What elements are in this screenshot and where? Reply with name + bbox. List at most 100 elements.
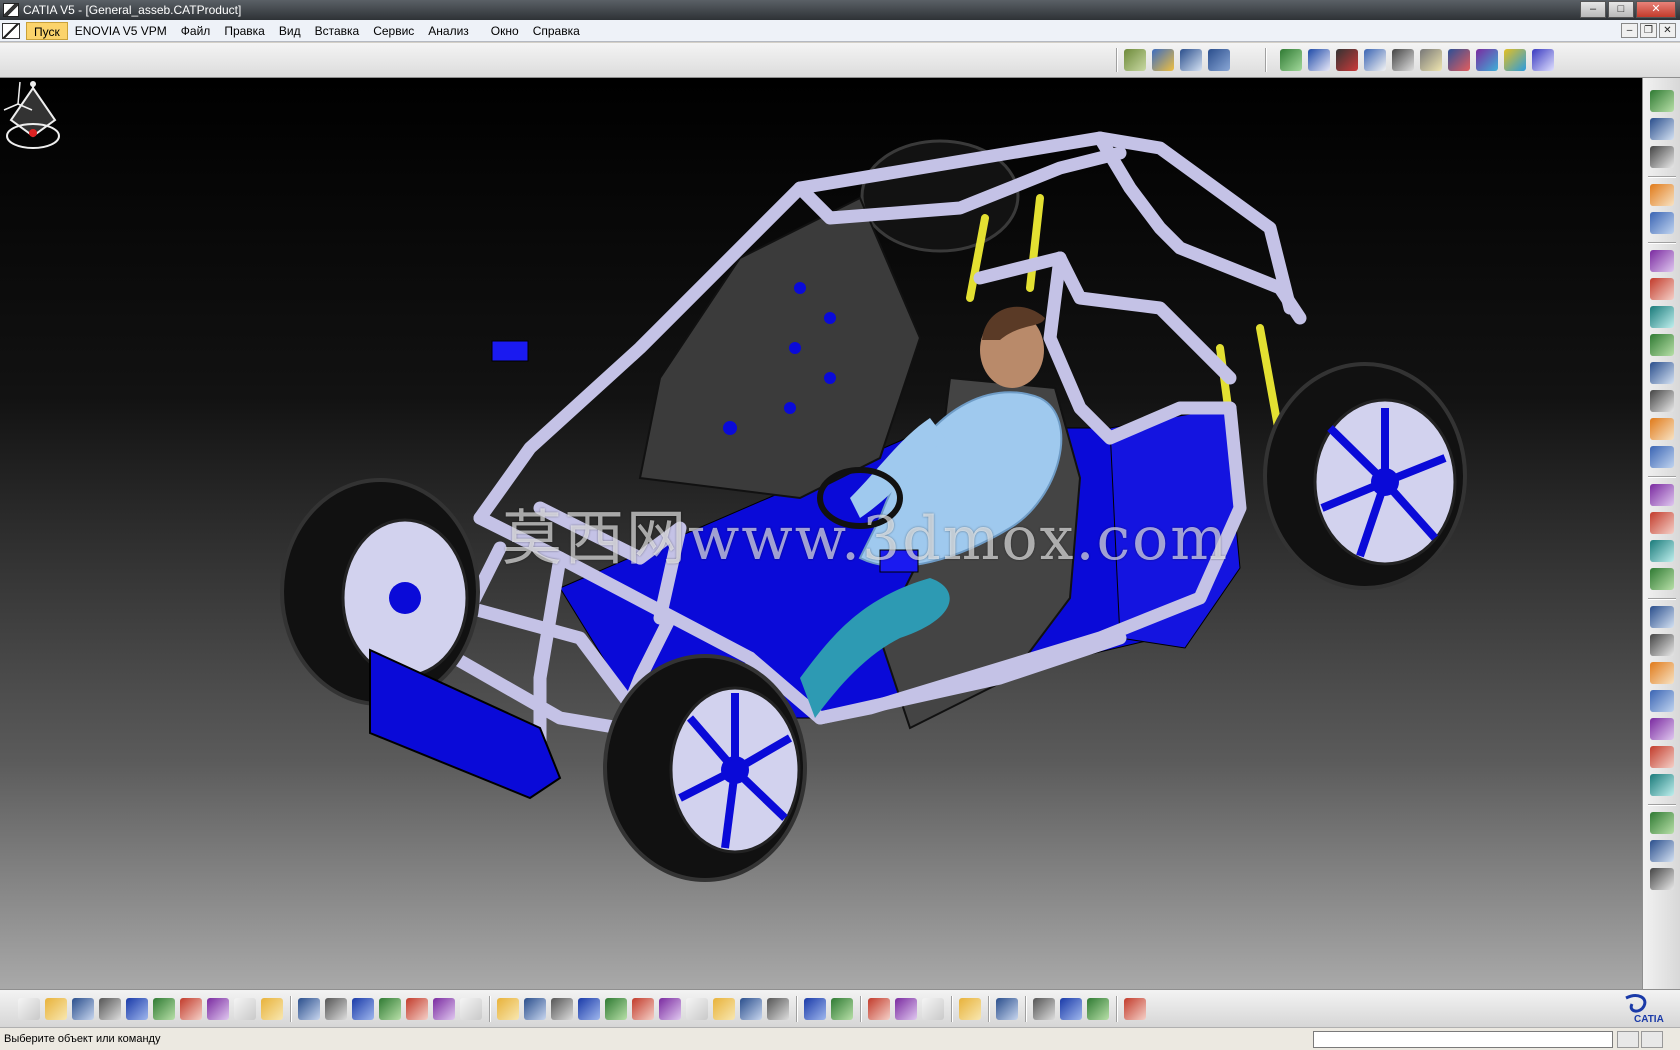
scene-icon[interactable] <box>1532 49 1554 71</box>
replace-component-icon[interactable] <box>1650 362 1674 384</box>
close-button[interactable]: ✕ <box>1636 1 1676 18</box>
hierarchy-icon[interactable] <box>406 998 428 1020</box>
graph-tree-icon[interactable] <box>1650 390 1674 412</box>
save-icon[interactable] <box>72 998 94 1020</box>
zoom-out-icon[interactable] <box>632 998 654 1020</box>
reuse-pattern-icon[interactable] <box>1650 568 1674 590</box>
sketch-gear-icon[interactable] <box>1650 90 1674 112</box>
iso-view-icon[interactable] <box>686 998 708 1020</box>
fly-mode-icon[interactable] <box>497 998 519 1020</box>
redo-icon[interactable] <box>234 998 256 1020</box>
measure-between-icon[interactable] <box>868 998 890 1020</box>
update-link-icon[interactable] <box>959 998 981 1020</box>
normal-view-icon[interactable] <box>659 998 681 1020</box>
document-icon[interactable] <box>2 22 20 39</box>
formula-icon[interactable] <box>298 998 320 1020</box>
catia-app-icon[interactable] <box>3 3 19 17</box>
copy-icon[interactable] <box>153 998 175 1020</box>
new-part-icon[interactable] <box>1650 306 1674 328</box>
multi-instantiation-icon[interactable] <box>1650 512 1674 534</box>
catalog-icon[interactable] <box>460 998 482 1020</box>
quick-constraint-icon[interactable] <box>1650 774 1674 796</box>
existing-component-icon[interactable] <box>1180 49 1202 71</box>
inertia-icon[interactable] <box>922 998 944 1020</box>
change-constraint-icon[interactable] <box>1650 840 1674 862</box>
clash-icon[interactable] <box>1448 49 1470 71</box>
menu-insert[interactable]: Вставка <box>308 22 367 40</box>
command-options-button[interactable] <box>1641 1031 1663 1048</box>
lock-icon[interactable] <box>433 998 455 1020</box>
measure-icon[interactable] <box>1280 49 1302 71</box>
3d-viewport[interactable]: 莫西网www.3dmox.com <box>0 78 1642 989</box>
measure-item-icon[interactable] <box>895 998 917 1020</box>
render-style-icon[interactable] <box>713 998 735 1020</box>
table-icon[interactable] <box>379 998 401 1020</box>
product-icon[interactable] <box>1208 49 1230 71</box>
constraint-icon[interactable] <box>1336 49 1358 71</box>
doc-minimize-button[interactable]: – <box>1621 23 1638 38</box>
fit-all-icon[interactable] <box>524 998 546 1020</box>
manage-representation-icon[interactable] <box>1650 484 1674 506</box>
grid-icon[interactable] <box>1124 998 1146 1020</box>
menu-window[interactable]: Окно <box>484 22 526 40</box>
box-icon[interactable] <box>1308 49 1330 71</box>
flexible-icon[interactable] <box>1650 812 1674 834</box>
menu-tools[interactable]: Сервис <box>366 22 421 40</box>
swap-visible-icon[interactable] <box>767 998 789 1020</box>
rotate-icon[interactable] <box>578 998 600 1020</box>
command-input[interactable] <box>1313 1031 1613 1048</box>
reuse-constraint-icon[interactable] <box>1650 868 1674 890</box>
menu-file[interactable]: Файл <box>174 22 218 40</box>
capture-icon[interactable] <box>831 998 853 1020</box>
explode-icon[interactable] <box>1476 49 1498 71</box>
zoom-in-icon[interactable] <box>605 998 627 1020</box>
menu-help[interactable]: Справка <box>526 22 587 40</box>
comment-icon[interactable] <box>325 998 347 1020</box>
part-doc-icon[interactable] <box>1650 118 1674 140</box>
undo-icon[interactable] <box>207 998 229 1020</box>
component-icon[interactable] <box>1152 49 1174 71</box>
fix-icon[interactable] <box>1364 49 1386 71</box>
new-product-icon[interactable] <box>1650 278 1674 300</box>
existing-component-icon[interactable] <box>1650 334 1674 356</box>
menu-edit[interactable]: Правка <box>217 22 272 40</box>
manipulate-icon[interactable] <box>1420 49 1442 71</box>
update-icon[interactable] <box>1504 49 1526 71</box>
whats-this-icon[interactable] <box>261 998 283 1020</box>
product-structure-icon[interactable] <box>1124 49 1146 71</box>
coincidence-icon[interactable] <box>1650 606 1674 628</box>
menu-analysis[interactable]: Анализ <box>421 22 476 40</box>
paste-icon[interactable] <box>180 998 202 1020</box>
materials-icon[interactable] <box>1033 998 1055 1020</box>
new-component-icon[interactable] <box>1650 250 1674 272</box>
color-icon[interactable] <box>1087 998 1109 1020</box>
knowledge-icon[interactable] <box>352 998 374 1020</box>
product-doc-icon[interactable] <box>1650 146 1674 168</box>
menu-start[interactable]: Пуск <box>26 21 68 40</box>
menu-view[interactable]: Вид <box>272 22 308 40</box>
open-folder-icon[interactable] <box>45 998 67 1020</box>
doc-close-button[interactable]: ✕ <box>1659 23 1676 38</box>
generate-numbering-icon[interactable] <box>1650 418 1674 440</box>
fix-together-icon[interactable] <box>1650 746 1674 768</box>
angle-icon[interactable] <box>1650 690 1674 712</box>
print-icon[interactable] <box>99 998 121 1020</box>
fix-component-icon[interactable] <box>1650 718 1674 740</box>
texture-icon[interactable] <box>1060 998 1082 1020</box>
menu-enovia[interactable]: ENOVIA V5 VPM <box>68 22 174 40</box>
section-icon[interactable] <box>996 998 1018 1020</box>
new-file-icon[interactable] <box>18 998 40 1020</box>
contact-icon[interactable] <box>1650 634 1674 656</box>
maximize-button[interactable]: □ <box>1608 1 1634 18</box>
snapshot-camera-icon[interactable] <box>804 998 826 1020</box>
cut-icon[interactable] <box>126 998 148 1020</box>
doc-restore-button[interactable]: ❐ <box>1640 23 1657 38</box>
pan-icon[interactable] <box>551 998 573 1020</box>
selective-load-icon[interactable] <box>1650 446 1674 468</box>
command-history-button[interactable] <box>1617 1031 1639 1048</box>
manipulation-icon[interactable] <box>1650 212 1674 234</box>
select-arrow-icon[interactable] <box>1650 184 1674 206</box>
minimize-button[interactable]: – <box>1580 1 1606 18</box>
fast-multi-instantiation-icon[interactable] <box>1650 540 1674 562</box>
offset-icon[interactable] <box>1650 662 1674 684</box>
